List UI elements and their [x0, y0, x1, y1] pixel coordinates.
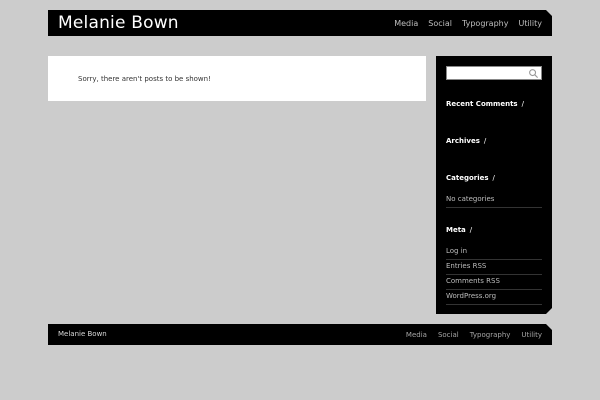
nav-item-social[interactable]: Social [428, 19, 452, 28]
search-icon[interactable] [528, 68, 539, 79]
footer-nav-item-media[interactable]: Media [406, 331, 427, 339]
widget-title-archives: Archives / [446, 137, 487, 145]
nav-item-utility[interactable]: Utility [518, 19, 542, 28]
sidebar: Recent Comments / Archives / Categories / N… [436, 56, 552, 314]
footer-nav-item-utility[interactable]: Utility [521, 331, 542, 339]
widget-title-categories: Categories / [446, 174, 495, 182]
footer-nav-item-social[interactable]: Social [438, 331, 459, 339]
footer-bar: Melanie Bown Media Social Typography Uti… [48, 324, 552, 345]
no-posts-message: Sorry, there aren't posts to be shown! [78, 75, 211, 83]
nav-item-typography[interactable]: Typography [462, 19, 509, 28]
widget-title-meta: Meta / [446, 226, 473, 234]
footer-nav: Media Social Typography Utility [406, 324, 542, 345]
footer-nav-item-typography[interactable]: Typography [470, 331, 511, 339]
header-bar: Melanie Bown Media Social Typography Uti… [48, 10, 552, 36]
meta-link-comments-rss[interactable]: Comments RSS [446, 277, 542, 290]
meta-link-wordpress-org[interactable]: WordPress.org [446, 292, 542, 305]
search-box [446, 66, 542, 86]
main-nav: Media Social Typography Utility [394, 10, 542, 36]
search-input[interactable] [447, 74, 533, 86]
categories-item: No categories [446, 195, 542, 208]
meta-link-log-in[interactable]: Log in [446, 247, 542, 260]
nav-item-media[interactable]: Media [394, 19, 418, 28]
meta-link-entries-rss[interactable]: Entries RSS [446, 262, 542, 275]
widget-title-recent-comments: Recent Comments / [446, 100, 524, 108]
footer-site-name[interactable]: Melanie Bown [58, 330, 107, 338]
content-panel: Sorry, there aren't posts to be shown! [48, 56, 426, 101]
site-title[interactable]: Melanie Bown [58, 12, 179, 34]
